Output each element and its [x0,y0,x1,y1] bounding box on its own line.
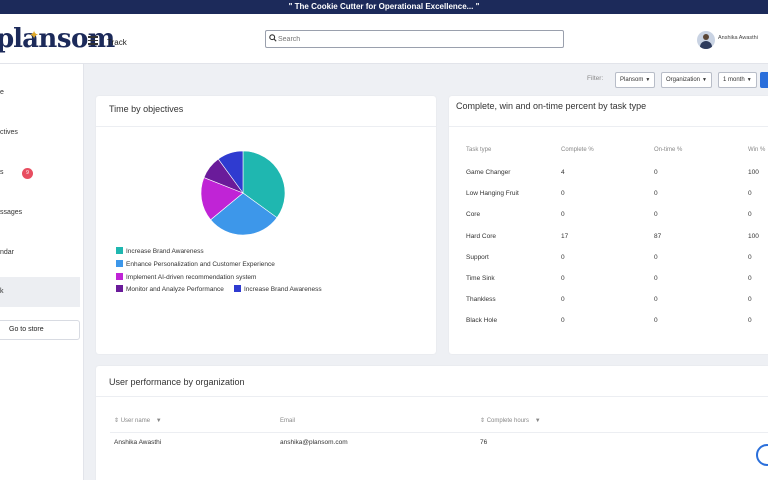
table-cell: 100 [748,232,759,240]
table-cell: 4 [561,169,565,176]
filter-icon[interactable]: ▼ [156,418,162,424]
column-header-user-name[interactable]: ⇕ User name ▼ [114,417,162,424]
task-type-cell: Time Sink [466,275,495,282]
notification-badge: 9 [22,168,33,179]
caret-down-icon: ▼ [746,77,752,83]
legend-item: Enhance Personalization and Customer Exp… [116,260,275,268]
card-title: Time by objectives [109,104,184,114]
legend-item: Increase Brand Awareness [116,247,204,255]
table-header: Complete % [561,147,594,153]
task-type-cell: Support [466,253,489,261]
task-type-cell: Hard Core [466,232,496,240]
search-icon [269,34,277,42]
menu-icon[interactable] [88,36,98,45]
table-cell: 0 [748,296,752,304]
table-cell: 0 [748,317,752,325]
legend-item: Implement AI-driven recommendation syste… [116,273,256,281]
caret-down-icon: ▼ [645,77,651,83]
search-input[interactable] [278,32,558,46]
company-dropdown[interactable]: Plansom ▼ [615,72,656,88]
sort-icon[interactable]: ⇕ [480,418,485,424]
period-dropdown[interactable]: 1 month ▼ [718,72,757,88]
task-type-cell: Thankless [466,296,496,304]
user-name[interactable]: Anshika Awasthi [718,35,758,41]
table-cell: 0 [654,190,658,198]
filter-icon[interactable]: ▼ [535,418,541,424]
table-cell: 87 [654,232,662,240]
page-title: Track [107,38,127,47]
filter-label: Filter: [587,75,604,82]
task-type-card: Complete, win and on-time percent by tas… [449,96,768,354]
table-cell: 0 [561,211,565,219]
table-cell: 17 [561,232,569,240]
column-header-email: Email [280,418,296,424]
announcement-banner: " The Cookie Cutter for Operational Exce… [0,0,768,14]
legend-item: Monitor and Analyze Performance [116,285,224,293]
sidebar-item-messages[interactable]: ssages [0,198,80,228]
user-performance-card: User performance by organization ⇕ User … [96,366,768,480]
top-bar: plansom ✦ Track Anshika Awasthi [0,14,768,64]
task-type-cell: Game Changer [466,169,511,176]
time-by-objectives-card: Time by objectives Increase Brand Awaren… [96,96,436,354]
task-type-cell: Low Hanging Fruit [466,190,519,198]
table-header: Win % [748,147,766,153]
card-title: Complete, win and on-time percent by tas… [456,101,647,111]
table-cell: 0 [561,317,565,325]
table-cell: 0 [654,317,658,325]
table-cell: 0 [654,296,658,304]
search-box[interactable] [265,30,564,48]
avatar[interactable] [697,31,715,49]
card-title: User performance by organization [109,377,245,387]
hours-cell: 76 [480,439,488,446]
table-cell: 0 [561,296,565,304]
table-cell: 0 [561,253,565,261]
task-type-cell: Black Hole [466,317,498,325]
table-header: Task type [466,147,492,153]
table-cell: 100 [748,169,759,176]
task-type-cell: Core [466,211,481,219]
sidebar-item-track[interactable]: k [0,277,80,307]
table-cell: 0 [654,253,658,261]
email-cell: anshika@plansom.com [280,439,348,446]
legend-item: Increase Brand Awareness [234,285,322,293]
sidebar-item-home[interactable]: e [0,78,80,108]
logo-star-icon: ✦ [29,28,40,42]
sidebar: e ctives s 9 ssages ndar k Go to store [0,64,84,480]
apply-button[interactable] [760,72,768,88]
table-cell: 0 [654,211,658,219]
objectives-pie-chart [200,150,286,236]
sidebar-item-tasks[interactable]: s 9 [0,158,80,188]
table-cell: 0 [654,275,658,282]
sidebar-item-calendar[interactable]: ndar [0,238,80,268]
table-cell: 0 [561,190,565,198]
sort-icon[interactable]: ⇕ [114,418,119,424]
table-cell: 0 [561,275,565,282]
table-cell: 0 [748,211,752,219]
column-header-complete-hours[interactable]: ⇕ Complete hours ▼ [480,417,541,424]
table-cell: 0 [748,190,752,198]
user-name-cell: Anshika Awasthi [114,439,162,446]
sidebar-item-objectives[interactable]: ctives [0,118,80,148]
table-header: On-time % [654,147,683,153]
organization-dropdown[interactable]: Organization ▼ [661,72,712,88]
caret-down-icon: ▼ [702,77,707,83]
go-to-store-button[interactable]: Go to store [0,320,80,340]
table-cell: 0 [748,275,752,282]
table-cell: 0 [748,253,752,261]
table-cell: 0 [654,169,658,176]
